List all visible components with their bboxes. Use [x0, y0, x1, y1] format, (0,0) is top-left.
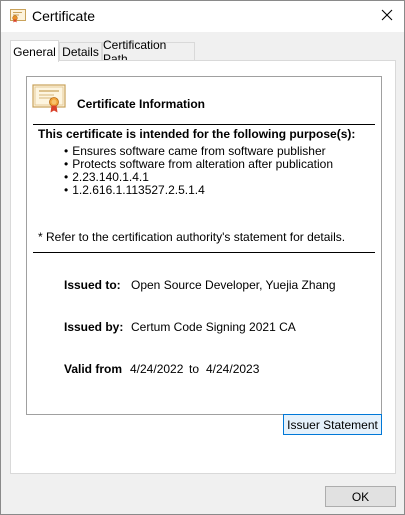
valid-from-label: Valid from [64, 362, 123, 376]
general-panel: Certificate Information This certificate… [10, 60, 396, 474]
issued-to-label: Issued to: [64, 278, 121, 292]
divider [33, 252, 375, 253]
window-title: Certificate [32, 8, 96, 24]
info-title: Certificate Information [77, 97, 206, 111]
divider [33, 124, 375, 125]
close-button[interactable] [370, 1, 404, 32]
valid-to-value: 4/24/2023 [206, 362, 260, 376]
certificate-icon [32, 84, 66, 114]
valid-to-word: to [189, 362, 200, 376]
purpose-heading: This certificate is intended for the fol… [38, 127, 356, 141]
issuer-statement-button[interactable]: Issuer Statement [283, 414, 382, 435]
tab-general[interactable]: General [10, 40, 59, 62]
valid-from-value: 4/24/2022 [130, 362, 184, 376]
tab-certification-path[interactable]: Certification Path [102, 38, 195, 66]
issued-by-label: Issued by: [64, 320, 124, 334]
issued-to-value: Open Source Developer, Yuejia Zhang [131, 278, 336, 292]
certificate-icon [10, 9, 26, 23]
list-item: 1.2.616.1.113527.2.5.1.4 [64, 184, 333, 197]
ok-button[interactable]: OK [325, 486, 396, 507]
close-icon [381, 9, 393, 24]
purpose-list: Ensures software came from software publ… [64, 145, 333, 197]
tab-details[interactable]: Details [59, 42, 102, 61]
certificate-info-box: Certificate Information This certificate… [26, 76, 382, 415]
issued-by-value: Certum Code Signing 2021 CA [131, 320, 296, 334]
ca-statement-note: * Refer to the certification authority's… [38, 230, 346, 244]
certificate-dialog: Certificate General Details Certificatio… [0, 0, 405, 515]
title-bar: Certificate [1, 1, 404, 32]
